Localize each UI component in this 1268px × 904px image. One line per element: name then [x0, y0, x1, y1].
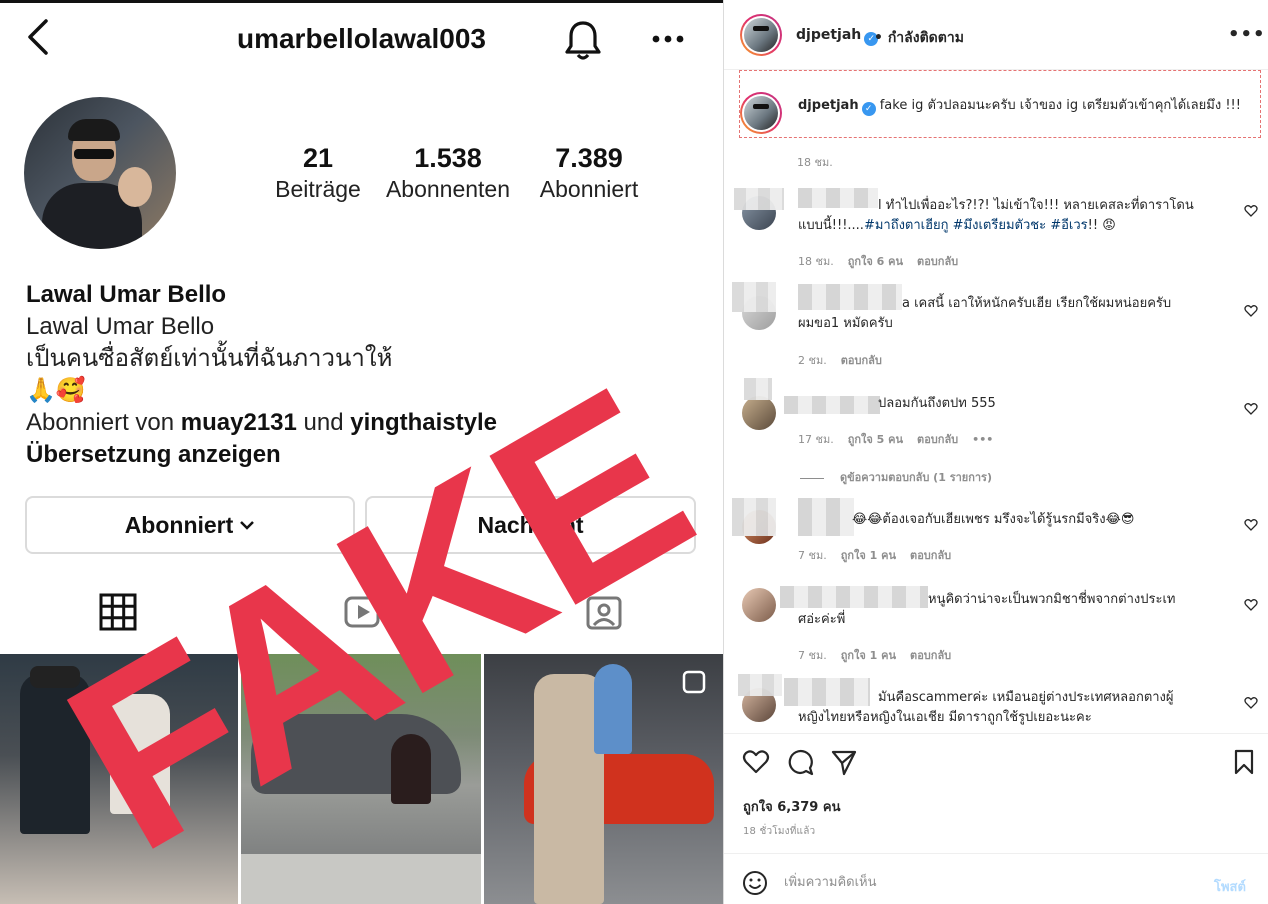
censored-block: [738, 674, 782, 696]
profile-header: umarbellolawal003: [0, 3, 723, 79]
comment-meta: 17 ชม. ถูกใจ 5 คน ตอบกลับ •••: [798, 433, 994, 446]
following-count[interactable]: 7.389 Abonniert: [524, 143, 654, 203]
comment-input[interactable]: [784, 868, 1184, 896]
post-panel: djpetjah ✓ • กำลังติดตาม ••• djpetjah ✓ fa…: [724, 0, 1268, 904]
comment-text: a เคสนี้ เอาให้หนักครับเฮีย เรียกใช้ผมหน…: [798, 296, 1172, 331]
caption-text: fake ig ตัวปลอมนะครับ เจ้าของ ig เตรียมต…: [879, 98, 1241, 113]
reply-link[interactable]: ตอบกลับ: [841, 354, 882, 367]
caption-time: 18 ชม.: [797, 156, 833, 169]
following-status[interactable]: • กำลังติดตาม: [874, 27, 964, 49]
censored-block: [744, 378, 772, 400]
comment-list: l ทำไปเพื่ออะไร?!?! ไม่เข้าใจ!!! หลายเคส…: [724, 180, 1268, 732]
like-heart-icon[interactable]: [742, 748, 770, 776]
comment-text: l ทำไปเพื่ออะไร?!?! ไม่เข้าใจ!!! หลายเคส…: [798, 198, 1194, 233]
comment-item: l ทำไปเพื่ออะไร?!?! ไม่เข้าใจ!!! หลายเคส…: [724, 180, 1268, 276]
comment-icon[interactable]: [786, 748, 814, 776]
followers-count[interactable]: 1.538 Abonnenten: [368, 143, 528, 203]
bio-name: Lawal Umar Bello: [26, 313, 215, 340]
comment-meta: 2 ชม. ตอบกลับ: [798, 354, 882, 367]
reply-link[interactable]: ตอบกลับ: [910, 649, 951, 662]
post-actions: ถูกใจ 6,379 คน 18 ชั่วโมงที่แล้ว: [724, 733, 1268, 853]
comment-text: 😂😂ต้องเจอกับเฮียเพชร มรึงจะได้รู้นรกมีจร…: [852, 512, 1135, 527]
commenter-avatar[interactable]: [742, 396, 776, 430]
bookmark-icon[interactable]: [1230, 748, 1258, 776]
share-icon[interactable]: [830, 748, 858, 776]
post-time: 18 ชั่วโมงที่แล้ว: [743, 826, 816, 837]
emoji-icon[interactable]: [742, 870, 768, 896]
comment-meta: 7 ชม. ถูกใจ 1 คน ตอบกลับ: [798, 649, 952, 662]
more-options-icon[interactable]: •••: [1228, 24, 1266, 45]
comment-item: มันคือscammerค่ะ เหมือนอยู่ต่างประเทศหลอ…: [724, 674, 1268, 732]
comment-meta: 7 ชม. ถูกใจ 1 คน ตอบกลับ: [798, 549, 952, 562]
post-header: djpetjah ✓ • กำลังติดตาม •••: [724, 0, 1268, 70]
censored-block: [734, 188, 784, 210]
view-replies-link[interactable]: ดูข้อความตอบกลับ (1 รายการ): [800, 468, 992, 486]
likes-link[interactable]: ถูกใจ 6 คน: [848, 255, 903, 268]
profile-avatar: [24, 97, 176, 249]
heart-icon[interactable]: [1244, 696, 1258, 710]
comment-item: a เคสนี้ เอาให้หนักครับเฮีย เรียกใช้ผมหน…: [724, 280, 1268, 376]
reply-link[interactable]: ตอบกลับ: [917, 433, 958, 446]
reply-link[interactable]: ตอบกลับ: [917, 255, 958, 268]
profile-username: umarbellolawal003: [236, 23, 486, 54]
censored-block: [732, 282, 776, 312]
author-avatar[interactable]: [740, 14, 782, 56]
reply-link[interactable]: ตอบกลับ: [910, 549, 951, 562]
post-button[interactable]: โพสต์: [1214, 876, 1246, 897]
fake-profile-screenshot: umarbellolawal003 21 Beiträge 1.538 Abonne…: [0, 0, 723, 904]
verified-badge-icon: ✓: [861, 102, 876, 116]
heart-icon[interactable]: [1244, 204, 1258, 218]
heart-icon[interactable]: [1244, 598, 1258, 612]
caption-avatar[interactable]: [740, 92, 782, 134]
comment-item: หนูคิดว่าน่าจะเป็นพวกมิชาชี่พจากต่างประเ…: [724, 580, 1268, 676]
caption-username[interactable]: djpetjah: [798, 98, 859, 113]
bell-icon[interactable]: [564, 19, 602, 61]
comment-text: มันคือscammerค่ะ เหมือนอยู่ต่างประเทศหลอ…: [798, 690, 1174, 725]
likes-link[interactable]: ถูกใจ 1 คน: [841, 649, 896, 662]
heart-icon[interactable]: [1244, 402, 1258, 416]
comment-item: ปลอมกันถึงตปท 555 17 ชม. ถูกใจ 5 คน ตอบกลั…: [724, 376, 1268, 486]
comment-text: หนูคิดว่าน่าจะเป็นพวกมิชาชี่พจากต่างประเ…: [798, 592, 1176, 627]
commenter-avatar[interactable]: [742, 588, 776, 622]
more-options-icon[interactable]: [650, 27, 686, 51]
heart-icon[interactable]: [1244, 518, 1258, 532]
likes-link[interactable]: ถูกใจ 5 คน: [848, 433, 903, 446]
add-comment-bar: โพสต์: [724, 853, 1268, 904]
caption: djpetjah ✓ fake ig ตัวปลอมนะครับ เจ้าของ …: [798, 96, 1250, 116]
censored-block: [732, 498, 776, 536]
heart-icon[interactable]: [1244, 304, 1258, 318]
comment-text: ปลอมกันถึงตปท 555: [878, 396, 996, 411]
author-username[interactable]: djpetjah ✓: [796, 27, 879, 46]
likes-link[interactable]: ถูกใจ 1 คน: [841, 549, 896, 562]
posts-count[interactable]: 21 Beiträge: [258, 143, 378, 203]
likes-count[interactable]: ถูกใจ 6,379 คน: [743, 796, 840, 817]
hashtags[interactable]: #มาถึงตาเฮียกู #มึงเตรียมตัวชะ #อีเวร: [864, 218, 1088, 233]
carousel-icon: [682, 670, 706, 694]
comment-more-icon[interactable]: •••: [972, 433, 993, 446]
comment-item: 😂😂ต้องเจอกับเฮียเพชร มรึงจะได้รู้นรกมีจร…: [724, 496, 1268, 576]
comment-meta: 18 ชม. ถูกใจ 6 คน ตอบกลับ: [798, 255, 959, 268]
display-name: Lawal Umar Bello: [26, 281, 227, 308]
